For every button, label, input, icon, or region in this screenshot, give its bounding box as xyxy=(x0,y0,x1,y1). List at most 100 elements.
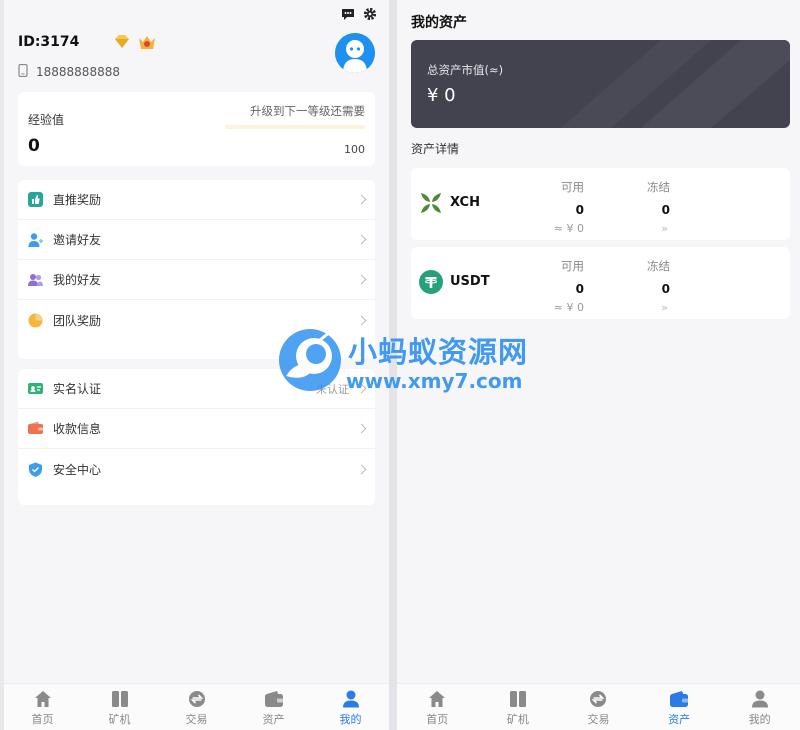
user-icon xyxy=(342,690,360,708)
crown-badge-icon xyxy=(137,32,157,52)
tab-mine[interactable]: 我的 xyxy=(312,684,389,730)
experience-progress-bar xyxy=(225,125,365,129)
total-assets-card: 总资产市值(≈) ¥ 0 xyxy=(411,40,790,128)
experience-value: 0 xyxy=(28,136,40,156)
tab-mine[interactable]: 我的 xyxy=(719,684,800,730)
available-value: 0 xyxy=(575,282,584,296)
frozen-value: 0 xyxy=(661,282,670,296)
tab-miner[interactable]: 矿机 xyxy=(81,684,158,730)
tab-label: 资产 xyxy=(668,713,691,726)
page-title: 我的资产 xyxy=(411,15,467,31)
double-chevron-right-icon[interactable]: » xyxy=(661,301,668,314)
tab-label: 首页 xyxy=(426,713,449,726)
tab-exchange[interactable]: 交易 xyxy=(558,684,639,730)
menu-item-security-center[interactable]: 安全中心 xyxy=(18,449,375,489)
diamond-badge-icon xyxy=(112,32,132,52)
chevron-right-icon xyxy=(356,315,367,325)
tab-miner[interactable]: 矿机 xyxy=(478,684,559,730)
chia-icon xyxy=(419,191,443,215)
tab-label: 交易 xyxy=(587,713,610,726)
tab-label: 资产 xyxy=(262,713,285,726)
chevron-right-icon xyxy=(356,274,367,285)
tab-label: 矿机 xyxy=(108,713,131,726)
add-user-icon xyxy=(28,232,43,247)
frozen-value: 0 xyxy=(661,203,670,217)
avatar[interactable] xyxy=(335,33,375,73)
total-assets-value: ¥ 0 xyxy=(427,85,456,106)
watermark-logo xyxy=(279,329,341,391)
tab-home[interactable]: 首页 xyxy=(397,684,478,730)
id-card-icon xyxy=(28,381,43,396)
chevron-right-icon xyxy=(356,234,367,245)
miner-icon xyxy=(509,690,527,708)
experience-label: 经验值 xyxy=(28,113,65,127)
tab-bar: 首页 矿机 交易 资产 我的 xyxy=(4,683,389,730)
phone-number: 18888888888 xyxy=(36,65,120,79)
tab-label: 首页 xyxy=(31,713,54,726)
menu-label: 我的好友 xyxy=(53,273,102,287)
next-level-hint: 升级到下一等级还需要 xyxy=(250,104,365,118)
tab-exchange[interactable]: 交易 xyxy=(158,684,235,730)
menu-item-payment-info[interactable]: 收款信息 xyxy=(18,409,375,449)
exchange-icon xyxy=(188,690,206,708)
menu-label: 实名认证 xyxy=(53,382,102,396)
shield-icon xyxy=(28,462,43,477)
home-icon xyxy=(428,690,446,708)
message-icon[interactable] xyxy=(341,6,355,20)
gear-icon[interactable] xyxy=(363,6,377,21)
miner-icon xyxy=(111,690,129,708)
watermark-title: 小蚂蚁资源网 xyxy=(348,335,529,369)
exchange-icon xyxy=(589,690,607,708)
wallet-icon xyxy=(264,690,283,708)
chevron-right-icon xyxy=(356,423,367,434)
double-chevron-right-icon[interactable]: » xyxy=(661,222,668,235)
coin-name: USDT xyxy=(450,274,490,289)
menu-label: 邀请好友 xyxy=(53,233,102,247)
tab-label: 我的 xyxy=(748,713,771,726)
phone-icon xyxy=(18,63,28,80)
wallet-icon xyxy=(670,690,689,708)
frozen-column: 冻结 0 xyxy=(647,179,670,217)
tab-assets[interactable]: 资产 xyxy=(639,684,720,730)
available-column: 可用 0 ≈ ¥ 0 xyxy=(554,179,584,235)
total-assets-label: 总资产市值(≈) xyxy=(427,63,504,77)
home-icon xyxy=(34,690,52,708)
asset-row-usdt[interactable]: USDT 可用 0 ≈ ¥ 0 冻结 0 » xyxy=(411,247,790,319)
section-title: 资产详情 xyxy=(411,142,460,156)
available-column: 可用 0 ≈ ¥ 0 xyxy=(554,258,584,314)
available-label: 可用 xyxy=(561,180,584,194)
menu-label: 安全中心 xyxy=(53,462,102,477)
menu-label: 直推奖励 xyxy=(53,193,102,207)
user-id: ID:3174 xyxy=(18,34,80,50)
user-icon xyxy=(751,690,769,708)
menu-item-invite-friends[interactable]: 邀请好友 xyxy=(18,220,375,260)
watermark: 小蚂蚁资源网 www.xmy7.com xyxy=(276,326,536,400)
card-background-pattern xyxy=(561,40,790,128)
tab-assets[interactable]: 资产 xyxy=(235,684,312,730)
phone-row: 18888888888 xyxy=(18,63,120,80)
app-screenshot: ID:3174 18888888888 经验值 0 升级到下一等级还需要 100 xyxy=(0,0,800,730)
available-label: 可用 xyxy=(561,259,584,273)
experience-card: 经验值 0 升级到下一等级还需要 100 xyxy=(18,92,375,166)
top-actions xyxy=(341,6,377,21)
menu-label: 收款信息 xyxy=(53,422,102,436)
tab-bar: 首页 矿机 交易 资产 我的 xyxy=(397,683,800,730)
asset-row-xch[interactable]: XCH 可用 0 ≈ ¥ 0 冻结 0 » xyxy=(411,168,790,240)
frozen-column: 冻结 0 xyxy=(647,258,670,296)
menu-item-my-friends[interactable]: 我的好友 xyxy=(18,260,375,300)
tab-label: 交易 xyxy=(185,713,208,726)
approx-value: ≈ ¥ 0 xyxy=(553,222,584,235)
menu-label: 团队奖励 xyxy=(53,313,102,328)
tab-home[interactable]: 首页 xyxy=(4,684,81,730)
frozen-label: 冻结 xyxy=(647,259,670,273)
coin-name: XCH xyxy=(450,195,480,210)
available-value: 0 xyxy=(575,203,584,217)
next-level-value: 100 xyxy=(344,143,365,156)
friends-icon xyxy=(28,272,43,287)
frozen-label: 冻结 xyxy=(647,180,670,194)
tether-icon xyxy=(419,270,443,294)
pie-chart-icon xyxy=(28,313,43,328)
menu-item-direct-reward[interactable]: 直推奖励 xyxy=(18,180,375,220)
chevron-right-icon xyxy=(356,464,367,474)
tab-label: 矿机 xyxy=(506,713,529,726)
